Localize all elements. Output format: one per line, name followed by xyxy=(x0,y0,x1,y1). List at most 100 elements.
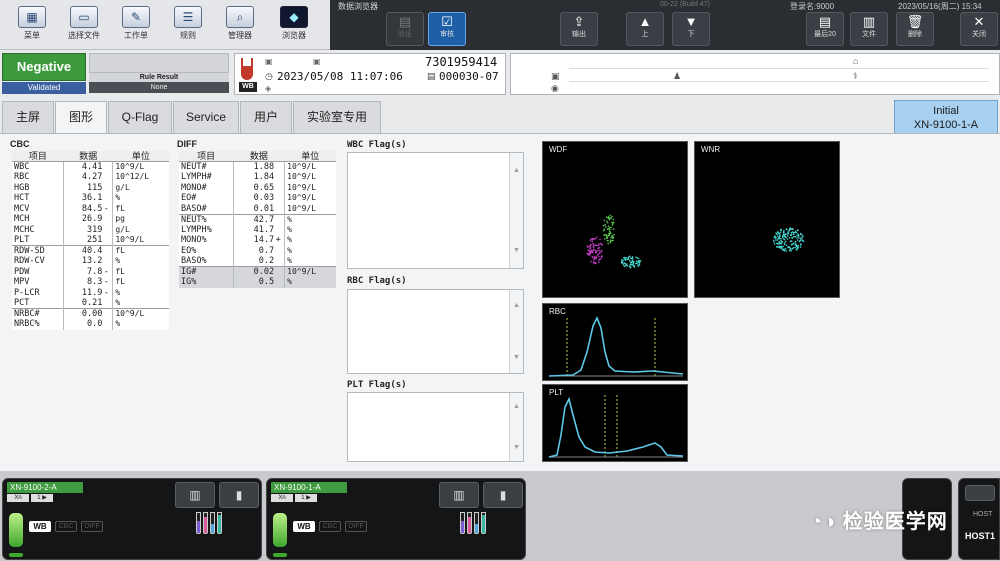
scroll-up-icon[interactable]: ▲ xyxy=(513,302,520,309)
cell-dot xyxy=(593,257,596,260)
rules-button[interactable]: ☰ 规则 xyxy=(166,4,210,48)
previous-button[interactable]: ▲ 上 xyxy=(626,12,664,46)
table-row[interactable]: NRBC# 0.00 10^9/L xyxy=(12,308,169,319)
tab-service[interactable]: Service xyxy=(173,101,239,133)
worklist-button[interactable]: ✎ 工作单 xyxy=(114,4,158,48)
table-row[interactable]: IG% 0.5% xyxy=(179,277,336,288)
browser-button[interactable]: ◆ 浏览器 xyxy=(272,4,316,48)
table-row[interactable]: RBC 4.27 10^12/L xyxy=(12,172,169,183)
table-row[interactable]: LYMPH% 41.7% xyxy=(179,224,336,235)
table-row[interactable]: IG# 0.02 10^9/L xyxy=(179,266,336,277)
cell-dot xyxy=(790,234,792,236)
table-row[interactable]: NEUT% 42.7% xyxy=(179,213,336,225)
item-value: 4.41 xyxy=(63,161,114,172)
cell-dot xyxy=(781,236,784,239)
table-row[interactable]: MONO% 14.7+% xyxy=(179,235,336,246)
review-button[interactable]: ☑ 审核 xyxy=(428,12,466,46)
item-name: P-LCR xyxy=(12,287,65,298)
system-datetime: 2023/05/16(周二) 15:34 xyxy=(898,2,982,11)
table-row[interactable]: EO% 0.7% xyxy=(179,245,336,256)
divider xyxy=(569,68,989,69)
col-item: 项目 xyxy=(12,151,64,162)
cell-dot xyxy=(797,245,800,247)
table-row[interactable]: HGB 115 g/L xyxy=(12,182,169,193)
table-row[interactable]: PDW 7.8- fL xyxy=(12,266,169,277)
table-row[interactable]: HCT 36.1% xyxy=(12,193,169,204)
delete-button[interactable]: 🗑 删除 xyxy=(896,12,934,46)
item-value: 0.7 xyxy=(233,245,286,256)
tab-graphics[interactable]: 图形 xyxy=(55,101,107,134)
battery-button[interactable]: ▮ xyxy=(483,482,523,508)
cell-dot xyxy=(792,235,795,238)
table-row[interactable]: LYMPH# 1.84 10^9/L xyxy=(179,172,336,183)
scroll-down-icon[interactable]: ▼ xyxy=(513,247,520,254)
scroll-up-icon[interactable]: ▲ xyxy=(513,167,520,174)
table-row[interactable]: EO# 0.03 10^9/L xyxy=(179,193,336,204)
table-row[interactable]: MCV 84.5- fL xyxy=(12,203,169,214)
table-row[interactable]: MPV 8.3- fL xyxy=(12,277,169,288)
cell-dot xyxy=(592,238,595,240)
table-row[interactable]: PCT 0.21% xyxy=(12,298,169,309)
table-row[interactable]: WBC 4.41 10^9/L xyxy=(12,161,169,172)
manager-button[interactable]: ⌕ 管理器 xyxy=(218,4,262,48)
item-value: 26.9 xyxy=(63,214,114,225)
analyzer-panel-1[interactable]: XN-9100-1-A Xn 1 ▶ ▥ ▮ WB CBC DIFF xyxy=(266,478,526,560)
table-row[interactable]: MONO# 0.65 10^9/L xyxy=(179,182,336,193)
table-row[interactable]: MCH 26.9 pg xyxy=(12,214,169,225)
table-row[interactable]: BASO% 0.2% xyxy=(179,256,336,267)
cell-dot xyxy=(781,240,784,243)
tab-q-flag[interactable]: Q-Flag xyxy=(108,101,172,133)
cell-dot xyxy=(786,233,789,235)
cell-dot xyxy=(593,261,595,263)
value-flag: + xyxy=(275,235,281,246)
value-flag: - xyxy=(103,277,109,288)
col-value: 数据 xyxy=(233,151,285,162)
cell-dot xyxy=(799,246,802,248)
cell-dot xyxy=(620,260,623,262)
initial-analyzer-button[interactable]: Initial XN-9100-1-A xyxy=(894,100,998,134)
table-row[interactable]: RDW-SD 40.4 fL xyxy=(12,245,169,256)
menu-button[interactable]: ▦ 菜单 xyxy=(10,4,54,48)
scroll-down-icon[interactable]: ▼ xyxy=(513,354,520,361)
battery-button[interactable]: ▮ xyxy=(219,482,259,508)
cell-dot xyxy=(638,264,640,267)
next-button[interactable]: ▼ 下 xyxy=(672,12,710,46)
tab-user[interactable]: 用户 xyxy=(240,101,292,133)
cell-dot xyxy=(593,262,595,265)
tab-lab-only[interactable]: 实验室专用 xyxy=(293,101,381,133)
cell-dot xyxy=(783,242,786,244)
table-row[interactable]: BASO# 0.01 10^9/L xyxy=(179,203,336,214)
item-unit: 10^9/L xyxy=(287,203,317,213)
rack-button[interactable]: ▥ xyxy=(175,482,215,508)
file-button[interactable]: ▥ 文件 xyxy=(850,12,888,46)
table-row[interactable]: RDW-CV 13.2% xyxy=(12,256,169,267)
close-button[interactable]: ✕ 关闭 xyxy=(960,12,998,46)
rack-icon: ▤ xyxy=(427,71,436,81)
cell-dot xyxy=(787,245,790,248)
rbc-flags-list[interactable]: ▲ ▼ xyxy=(347,289,524,374)
diff-title: DIFF xyxy=(177,139,197,149)
validate-button[interactable]: ▤ 验证 xyxy=(386,12,424,46)
scrollbar[interactable]: ▲ ▼ xyxy=(509,393,523,461)
tab-main[interactable]: 主屏 xyxy=(2,101,54,133)
output-button[interactable]: ⇪ 输出 xyxy=(560,12,598,46)
wbc-flags-list[interactable]: ▲ ▼ xyxy=(347,152,524,269)
scrollbar[interactable]: ▲ ▼ xyxy=(509,290,523,373)
scroll-up-icon[interactable]: ▲ xyxy=(513,403,520,410)
rack-button[interactable]: ▥ xyxy=(439,482,479,508)
cell-dot xyxy=(621,262,623,264)
scrollbar[interactable]: ▲ ▼ xyxy=(509,153,523,268)
last20-button[interactable]: ▤ 最后20 xyxy=(806,12,844,46)
table-row[interactable]: NRBC% 0.0% xyxy=(12,319,169,330)
cell-dot xyxy=(626,265,629,267)
table-row[interactable]: P-LCR 11.9-% xyxy=(12,287,169,298)
table-row[interactable]: NEUT# 1.88 10^9/L xyxy=(179,161,336,172)
host-connection[interactable]: HOST HOST1 xyxy=(958,478,1000,560)
select-file-button[interactable]: ▭ 选择文件 xyxy=(62,4,106,48)
scroll-down-icon[interactable]: ▼ xyxy=(513,444,520,451)
analyzer-panel-2[interactable]: XN-9100-2-A Xn 1 ▶ ▥ ▮ WB CBC DIFF xyxy=(2,478,262,560)
window-title: 数据浏览器 xyxy=(338,2,378,11)
table-row[interactable]: MCHC 319 g/L xyxy=(12,224,169,235)
plt-flags-list[interactable]: ▲ ▼ xyxy=(347,392,524,462)
table-row[interactable]: PLT 251 10^9/L xyxy=(12,235,169,246)
